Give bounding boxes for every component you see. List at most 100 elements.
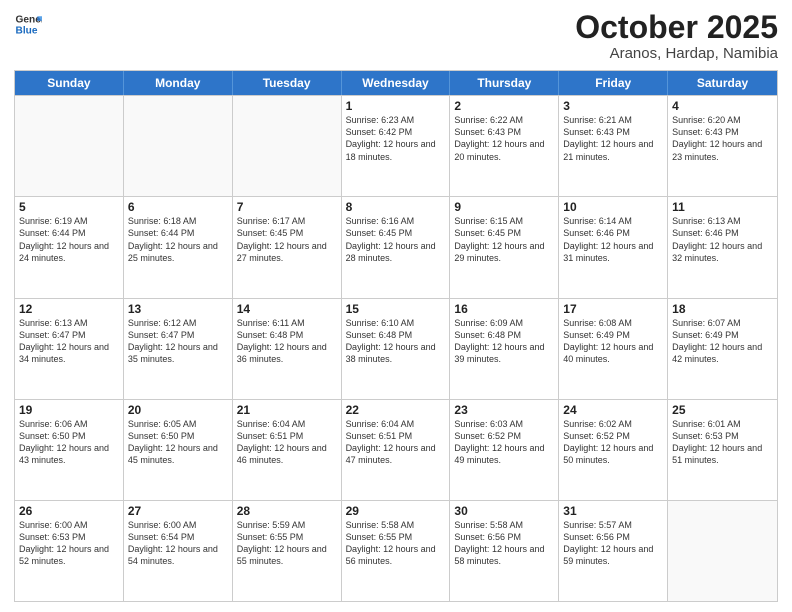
day-info: Sunrise: 6:03 AM Sunset: 6:52 PM Dayligh… [454, 418, 554, 467]
calendar-cell: 7Sunrise: 6:17 AM Sunset: 6:45 PM Daylig… [233, 197, 342, 297]
day-number: 10 [563, 200, 663, 214]
weekday-header: Thursday [450, 71, 559, 95]
day-number: 25 [672, 403, 773, 417]
day-info: Sunrise: 5:57 AM Sunset: 6:56 PM Dayligh… [563, 519, 663, 568]
day-number: 26 [19, 504, 119, 518]
day-number: 5 [19, 200, 119, 214]
day-number: 11 [672, 200, 773, 214]
calendar-cell: 15Sunrise: 6:10 AM Sunset: 6:48 PM Dayli… [342, 299, 451, 399]
calendar-cell: 9Sunrise: 6:15 AM Sunset: 6:45 PM Daylig… [450, 197, 559, 297]
day-info: Sunrise: 6:07 AM Sunset: 6:49 PM Dayligh… [672, 317, 773, 366]
logo: General Blue [14, 10, 42, 38]
day-info: Sunrise: 6:19 AM Sunset: 6:44 PM Dayligh… [19, 215, 119, 264]
calendar-cell: 26Sunrise: 6:00 AM Sunset: 6:53 PM Dayli… [15, 501, 124, 601]
calendar-cell: 6Sunrise: 6:18 AM Sunset: 6:44 PM Daylig… [124, 197, 233, 297]
day-info: Sunrise: 6:23 AM Sunset: 6:42 PM Dayligh… [346, 114, 446, 163]
calendar-cell [124, 96, 233, 196]
month-title: October 2025 [575, 10, 778, 45]
day-info: Sunrise: 6:21 AM Sunset: 6:43 PM Dayligh… [563, 114, 663, 163]
page: General Blue October 2025 Aranos, Hardap… [0, 0, 792, 612]
day-number: 30 [454, 504, 554, 518]
day-number: 31 [563, 504, 663, 518]
day-number: 6 [128, 200, 228, 214]
day-number: 29 [346, 504, 446, 518]
calendar-row: 19Sunrise: 6:06 AM Sunset: 6:50 PM Dayli… [15, 399, 777, 500]
header: General Blue October 2025 Aranos, Hardap… [14, 10, 778, 62]
calendar-cell: 12Sunrise: 6:13 AM Sunset: 6:47 PM Dayli… [15, 299, 124, 399]
calendar-cell: 2Sunrise: 6:22 AM Sunset: 6:43 PM Daylig… [450, 96, 559, 196]
day-number: 28 [237, 504, 337, 518]
calendar-header: SundayMondayTuesdayWednesdayThursdayFrid… [15, 71, 777, 95]
calendar-cell: 10Sunrise: 6:14 AM Sunset: 6:46 PM Dayli… [559, 197, 668, 297]
calendar-cell: 1Sunrise: 6:23 AM Sunset: 6:42 PM Daylig… [342, 96, 451, 196]
day-number: 1 [346, 99, 446, 113]
day-info: Sunrise: 6:06 AM Sunset: 6:50 PM Dayligh… [19, 418, 119, 467]
day-info: Sunrise: 6:11 AM Sunset: 6:48 PM Dayligh… [237, 317, 337, 366]
day-info: Sunrise: 6:22 AM Sunset: 6:43 PM Dayligh… [454, 114, 554, 163]
calendar-row: 1Sunrise: 6:23 AM Sunset: 6:42 PM Daylig… [15, 95, 777, 196]
calendar-body: 1Sunrise: 6:23 AM Sunset: 6:42 PM Daylig… [15, 95, 777, 601]
day-info: Sunrise: 6:20 AM Sunset: 6:43 PM Dayligh… [672, 114, 773, 163]
svg-text:Blue: Blue [16, 25, 38, 36]
day-number: 13 [128, 302, 228, 316]
calendar-cell: 24Sunrise: 6:02 AM Sunset: 6:52 PM Dayli… [559, 400, 668, 500]
calendar-cell: 21Sunrise: 6:04 AM Sunset: 6:51 PM Dayli… [233, 400, 342, 500]
day-info: Sunrise: 5:59 AM Sunset: 6:55 PM Dayligh… [237, 519, 337, 568]
calendar-row: 5Sunrise: 6:19 AM Sunset: 6:44 PM Daylig… [15, 196, 777, 297]
day-number: 2 [454, 99, 554, 113]
calendar-cell: 23Sunrise: 6:03 AM Sunset: 6:52 PM Dayli… [450, 400, 559, 500]
calendar-cell: 11Sunrise: 6:13 AM Sunset: 6:46 PM Dayli… [668, 197, 777, 297]
calendar-cell: 31Sunrise: 5:57 AM Sunset: 6:56 PM Dayli… [559, 501, 668, 601]
weekday-header: Sunday [15, 71, 124, 95]
calendar-cell: 16Sunrise: 6:09 AM Sunset: 6:48 PM Dayli… [450, 299, 559, 399]
location-title: Aranos, Hardap, Namibia [575, 45, 778, 62]
day-info: Sunrise: 6:14 AM Sunset: 6:46 PM Dayligh… [563, 215, 663, 264]
calendar-cell: 25Sunrise: 6:01 AM Sunset: 6:53 PM Dayli… [668, 400, 777, 500]
calendar-cell: 3Sunrise: 6:21 AM Sunset: 6:43 PM Daylig… [559, 96, 668, 196]
calendar-cell: 29Sunrise: 5:58 AM Sunset: 6:55 PM Dayli… [342, 501, 451, 601]
calendar-cell [668, 501, 777, 601]
day-info: Sunrise: 6:16 AM Sunset: 6:45 PM Dayligh… [346, 215, 446, 264]
day-info: Sunrise: 6:04 AM Sunset: 6:51 PM Dayligh… [237, 418, 337, 467]
day-number: 24 [563, 403, 663, 417]
day-info: Sunrise: 6:13 AM Sunset: 6:47 PM Dayligh… [19, 317, 119, 366]
day-number: 23 [454, 403, 554, 417]
day-info: Sunrise: 5:58 AM Sunset: 6:55 PM Dayligh… [346, 519, 446, 568]
calendar-cell: 28Sunrise: 5:59 AM Sunset: 6:55 PM Dayli… [233, 501, 342, 601]
day-info: Sunrise: 6:15 AM Sunset: 6:45 PM Dayligh… [454, 215, 554, 264]
day-info: Sunrise: 6:08 AM Sunset: 6:49 PM Dayligh… [563, 317, 663, 366]
weekday-header: Tuesday [233, 71, 342, 95]
calendar-row: 26Sunrise: 6:00 AM Sunset: 6:53 PM Dayli… [15, 500, 777, 601]
day-info: Sunrise: 6:10 AM Sunset: 6:48 PM Dayligh… [346, 317, 446, 366]
calendar: SundayMondayTuesdayWednesdayThursdayFrid… [14, 70, 778, 602]
day-number: 22 [346, 403, 446, 417]
calendar-cell: 17Sunrise: 6:08 AM Sunset: 6:49 PM Dayli… [559, 299, 668, 399]
calendar-cell: 5Sunrise: 6:19 AM Sunset: 6:44 PM Daylig… [15, 197, 124, 297]
day-number: 17 [563, 302, 663, 316]
weekday-header: Friday [559, 71, 668, 95]
day-number: 19 [19, 403, 119, 417]
day-number: 16 [454, 302, 554, 316]
day-number: 21 [237, 403, 337, 417]
day-info: Sunrise: 6:02 AM Sunset: 6:52 PM Dayligh… [563, 418, 663, 467]
title-block: October 2025 Aranos, Hardap, Namibia [575, 10, 778, 62]
day-info: Sunrise: 6:17 AM Sunset: 6:45 PM Dayligh… [237, 215, 337, 264]
weekday-header: Wednesday [342, 71, 451, 95]
day-number: 18 [672, 302, 773, 316]
day-number: 9 [454, 200, 554, 214]
day-number: 27 [128, 504, 228, 518]
day-info: Sunrise: 6:01 AM Sunset: 6:53 PM Dayligh… [672, 418, 773, 467]
calendar-cell: 22Sunrise: 6:04 AM Sunset: 6:51 PM Dayli… [342, 400, 451, 500]
day-info: Sunrise: 6:04 AM Sunset: 6:51 PM Dayligh… [346, 418, 446, 467]
calendar-cell: 18Sunrise: 6:07 AM Sunset: 6:49 PM Dayli… [668, 299, 777, 399]
day-info: Sunrise: 6:05 AM Sunset: 6:50 PM Dayligh… [128, 418, 228, 467]
calendar-row: 12Sunrise: 6:13 AM Sunset: 6:47 PM Dayli… [15, 298, 777, 399]
calendar-cell [233, 96, 342, 196]
day-info: Sunrise: 6:13 AM Sunset: 6:46 PM Dayligh… [672, 215, 773, 264]
calendar-cell: 30Sunrise: 5:58 AM Sunset: 6:56 PM Dayli… [450, 501, 559, 601]
calendar-cell: 20Sunrise: 6:05 AM Sunset: 6:50 PM Dayli… [124, 400, 233, 500]
day-number: 3 [563, 99, 663, 113]
day-number: 8 [346, 200, 446, 214]
day-info: Sunrise: 6:18 AM Sunset: 6:44 PM Dayligh… [128, 215, 228, 264]
day-number: 14 [237, 302, 337, 316]
